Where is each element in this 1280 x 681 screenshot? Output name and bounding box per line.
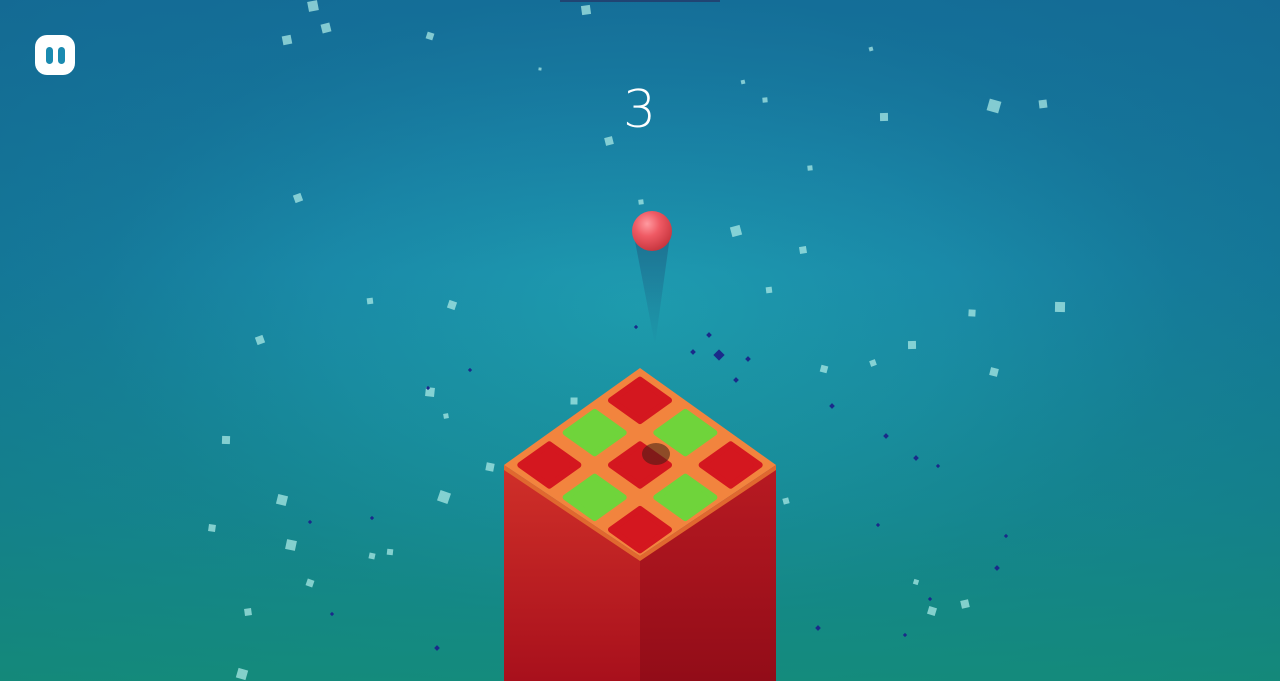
ball-shadow (642, 443, 670, 465)
game-stage[interactable]: 3 (0, 0, 1280, 681)
pause-icon-bar (57, 46, 65, 64)
score-counter: 3 (622, 80, 658, 140)
ball-trail (634, 236, 670, 345)
ball (632, 211, 672, 251)
pause-button[interactable] (35, 35, 75, 75)
pause-icon (45, 46, 53, 64)
